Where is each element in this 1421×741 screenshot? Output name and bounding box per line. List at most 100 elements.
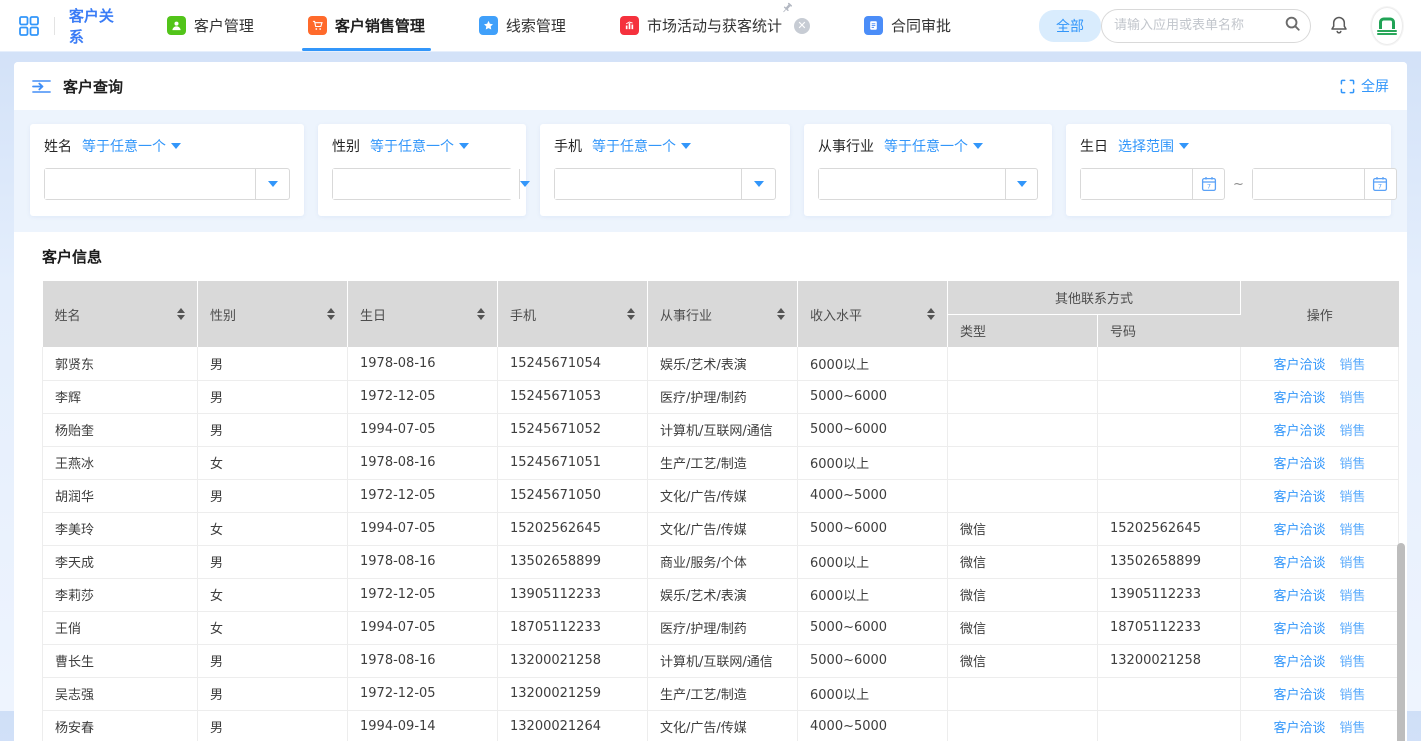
- select-dropdown-button[interactable]: [255, 169, 289, 199]
- table-row: 杨贻奎男1994-07-0515245671052计算机/互联网/通信5000~…: [43, 413, 1399, 446]
- customer-negotiation-link[interactable]: 客户洽谈: [1274, 688, 1326, 703]
- gender-filter-select[interactable]: [332, 168, 512, 200]
- select-dropdown-button[interactable]: [519, 169, 530, 199]
- cell-industry: 医疗/护理/制药: [648, 611, 798, 644]
- birthday-start-input[interactable]: [1081, 169, 1192, 199]
- sales-link[interactable]: 销售: [1340, 424, 1366, 439]
- name-filter-input[interactable]: [45, 169, 255, 199]
- sales-link[interactable]: 销售: [1340, 721, 1366, 736]
- cell-name: 杨贻奎: [43, 413, 198, 446]
- customer-negotiation-link[interactable]: 客户洽谈: [1274, 391, 1326, 406]
- column-header-phone[interactable]: 手机: [498, 281, 648, 347]
- sales-link[interactable]: 销售: [1340, 523, 1366, 538]
- column-header-name[interactable]: 姓名: [43, 281, 198, 347]
- sales-link[interactable]: 销售: [1340, 688, 1366, 703]
- fullscreen-button[interactable]: 全屏: [1340, 76, 1389, 96]
- column-header-gender[interactable]: 性别: [198, 281, 348, 347]
- close-icon[interactable]: ✕: [794, 18, 810, 34]
- operator-dropdown[interactable]: 等于任意一个: [370, 136, 469, 156]
- customer-negotiation-link[interactable]: 客户洽谈: [1274, 589, 1326, 604]
- operator-dropdown[interactable]: 等于任意一个: [884, 136, 983, 156]
- customer-negotiation-link[interactable]: 客户洽谈: [1274, 424, 1326, 439]
- sales-link[interactable]: 销售: [1340, 589, 1366, 604]
- tab-leads-management[interactable]: 线索管理: [469, 0, 576, 51]
- industry-filter-input[interactable]: [819, 169, 1005, 199]
- filter-card-industry: 从事行业 等于任意一个: [804, 124, 1052, 216]
- filter-label: 手机: [554, 136, 582, 156]
- sort-icon[interactable]: [627, 308, 635, 320]
- sort-icon[interactable]: [477, 308, 485, 320]
- workspace-name[interactable]: 客户关系: [69, 5, 119, 47]
- customer-table: 姓名 性别 生日 手机: [42, 281, 1399, 741]
- cell-name: 李天成: [43, 545, 198, 578]
- customer-negotiation-link[interactable]: 客户洽谈: [1274, 457, 1326, 472]
- customer-negotiation-link[interactable]: 客户洽谈: [1274, 490, 1326, 505]
- sort-icon[interactable]: [777, 308, 785, 320]
- vertical-scrollbar[interactable]: [1397, 543, 1405, 741]
- operator-dropdown[interactable]: 等于任意一个: [592, 136, 691, 156]
- select-dropdown-button[interactable]: [741, 169, 775, 199]
- app-search[interactable]: [1101, 9, 1311, 43]
- customer-negotiation-link[interactable]: 客户洽谈: [1274, 622, 1326, 637]
- cell-name: 王俏: [43, 611, 198, 644]
- sort-icon[interactable]: [327, 308, 335, 320]
- select-dropdown-button[interactable]: [1005, 169, 1037, 199]
- operator-dropdown[interactable]: 选择范围: [1118, 136, 1189, 156]
- cell-gender: 男: [198, 479, 348, 512]
- cell-phone: 13905112233: [498, 578, 648, 611]
- customer-negotiation-link[interactable]: 客户洽谈: [1274, 721, 1326, 736]
- column-header-birthday[interactable]: 生日: [348, 281, 498, 347]
- customer-negotiation-link[interactable]: 客户洽谈: [1274, 523, 1326, 538]
- app-grid-icon[interactable]: [18, 15, 40, 37]
- operator-dropdown[interactable]: 等于任意一个: [82, 136, 181, 156]
- cell-birthday: 1994-07-05: [348, 512, 498, 545]
- cell-industry: 计算机/互联网/通信: [648, 413, 798, 446]
- sales-link[interactable]: 销售: [1340, 391, 1366, 406]
- cell-birthday: 1972-12-05: [348, 479, 498, 512]
- sales-link[interactable]: 销售: [1340, 457, 1366, 472]
- cell-actions: 客户洽谈销售: [1241, 578, 1399, 611]
- cell-income: 6000以上: [798, 446, 948, 479]
- tab-contract-approval[interactable]: 合同审批: [854, 0, 961, 51]
- tab-customer-sales-management[interactable]: 客户销售管理: [298, 0, 435, 51]
- name-filter-select[interactable]: [44, 168, 290, 200]
- cell-actions: 客户洽谈销售: [1241, 347, 1399, 380]
- table-row: 胡润华男1972-12-0515245671050文化/广告/传媒4000~50…: [43, 479, 1399, 512]
- cell-phone: 15245671053: [498, 380, 648, 413]
- customer-negotiation-link[interactable]: 客户洽谈: [1274, 556, 1326, 571]
- tab-marketing-statistics[interactable]: 市场活动与获客统计 ✕: [610, 0, 820, 51]
- search-icon[interactable]: [1284, 15, 1301, 36]
- cell-actions: 客户洽谈销售: [1241, 677, 1399, 710]
- cell-gender: 男: [198, 380, 348, 413]
- column-header-industry[interactable]: 从事行业: [648, 281, 798, 347]
- table-row: 吴志强男1972-12-0513200021259生产/工艺/制造6000以上客…: [43, 677, 1399, 710]
- phone-filter-select[interactable]: [554, 168, 776, 200]
- tab-customer-management[interactable]: 客户管理: [157, 0, 264, 51]
- collapse-menu-icon[interactable]: [32, 79, 51, 94]
- sort-icon[interactable]: [177, 308, 185, 320]
- customer-negotiation-link[interactable]: 客户洽谈: [1274, 655, 1326, 670]
- industry-filter-select[interactable]: [818, 168, 1038, 200]
- user-avatar[interactable]: [1371, 7, 1403, 45]
- sales-link[interactable]: 销售: [1340, 490, 1366, 505]
- birthday-start-date[interactable]: 7: [1080, 168, 1225, 200]
- sales-link[interactable]: 销售: [1340, 655, 1366, 670]
- sales-link[interactable]: 销售: [1340, 556, 1366, 571]
- phone-filter-input[interactable]: [555, 169, 741, 199]
- all-apps-button[interactable]: 全部: [1039, 10, 1101, 42]
- pin-icon[interactable]: [780, 1, 794, 19]
- sales-link[interactable]: 销售: [1340, 622, 1366, 637]
- search-input[interactable]: [1114, 18, 1284, 33]
- sort-icon[interactable]: [927, 308, 935, 320]
- notification-bell-icon[interactable]: [1329, 15, 1349, 36]
- customer-negotiation-link[interactable]: 客户洽谈: [1274, 358, 1326, 373]
- sales-link[interactable]: 销售: [1340, 358, 1366, 373]
- birthday-end-date[interactable]: 7: [1252, 168, 1397, 200]
- calendar-icon[interactable]: 7: [1192, 169, 1224, 199]
- gender-filter-input[interactable]: [333, 169, 519, 199]
- calendar-icon[interactable]: 7: [1364, 169, 1396, 199]
- birthday-end-input[interactable]: [1253, 169, 1364, 199]
- tab-label: 市场活动与获客统计: [647, 15, 782, 36]
- column-header-income[interactable]: 收入水平: [798, 281, 948, 347]
- cell-name: 胡润华: [43, 479, 198, 512]
